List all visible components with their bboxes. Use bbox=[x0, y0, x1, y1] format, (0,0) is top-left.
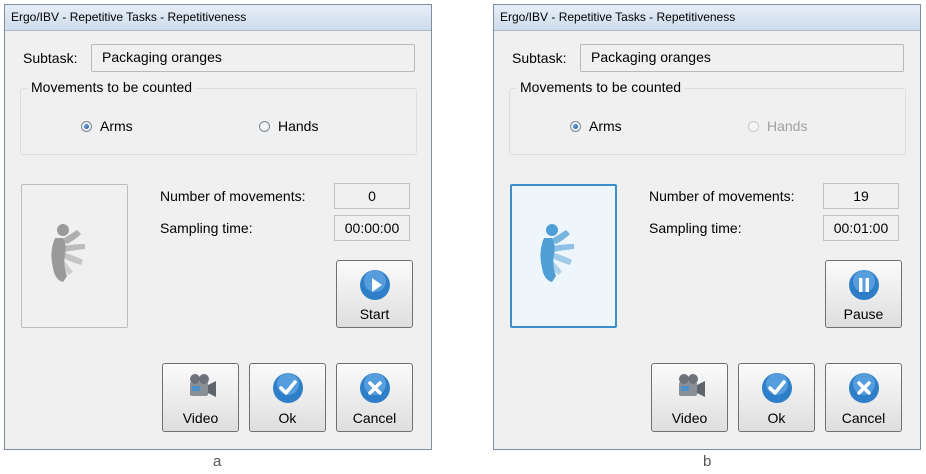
radio-hands-label: Hands bbox=[278, 118, 319, 134]
subtask-value: Packaging oranges bbox=[591, 49, 711, 65]
movements-label: Number of movements: bbox=[649, 188, 795, 204]
cancel-label: Cancel bbox=[352, 410, 397, 426]
subtask-value: Packaging oranges bbox=[102, 49, 222, 65]
radio-hands-dot[interactable] bbox=[259, 120, 270, 132]
movements-value: 19 bbox=[823, 183, 899, 209]
title-bar[interactable]: Ergo/IBV - Repetitive Tasks - Repetitive… bbox=[494, 5, 920, 31]
video-label: Video bbox=[182, 410, 219, 426]
body-figure-icon bbox=[51, 224, 85, 282]
sampling-value: 00:00:00 bbox=[334, 215, 410, 241]
sampling-value: 00:01:00 bbox=[823, 215, 899, 241]
movements-group: Movements to be counted Arms Hands bbox=[20, 79, 417, 155]
pause-button[interactable]: Pause bbox=[825, 260, 902, 328]
play-icon bbox=[359, 270, 390, 300]
subtask-label: Subtask: bbox=[512, 50, 567, 66]
checkmark-icon bbox=[272, 373, 303, 403]
video-camera-icon bbox=[678, 374, 705, 397]
body-figure-icon bbox=[540, 224, 574, 282]
dialog-window-b: Ergo/IBV - Repetitive Tasks - Repetitive… bbox=[493, 4, 921, 450]
caption-b: b bbox=[703, 453, 712, 470]
sampling-label: Sampling time: bbox=[649, 220, 742, 236]
cancel-button[interactable]: Cancel bbox=[825, 363, 902, 432]
radio-arms[interactable]: Arms bbox=[81, 118, 133, 134]
subtask-field: Packaging oranges bbox=[91, 44, 415, 72]
movement-image bbox=[510, 184, 617, 328]
radio-arms-label: Arms bbox=[100, 118, 133, 134]
radio-arms-dot[interactable] bbox=[81, 120, 92, 132]
cancel-label: Cancel bbox=[841, 410, 886, 426]
ok-button[interactable]: Ok bbox=[738, 363, 815, 432]
video-camera-icon bbox=[189, 374, 216, 397]
group-title: Movements to be counted bbox=[27, 79, 197, 95]
pause-icon bbox=[848, 270, 879, 300]
ok-label: Ok bbox=[767, 410, 786, 426]
window-title: Ergo/IBV - Repetitive Tasks - Repetitive… bbox=[500, 10, 736, 24]
cancel-x-icon bbox=[848, 373, 879, 403]
checkmark-icon bbox=[761, 373, 792, 403]
movements-value: 0 bbox=[334, 183, 410, 209]
start-button[interactable]: Start bbox=[336, 260, 413, 328]
radio-hands-dot bbox=[748, 120, 759, 132]
title-bar[interactable]: Ergo/IBV - Repetitive Tasks - Repetitive… bbox=[5, 5, 431, 31]
subtask-label: Subtask: bbox=[23, 50, 78, 66]
radio-hands[interactable]: Hands bbox=[259, 118, 318, 134]
radio-hands: Hands bbox=[748, 118, 807, 134]
movements-label: Number of movements: bbox=[160, 188, 306, 204]
pause-label: Pause bbox=[843, 306, 884, 322]
video-button[interactable]: Video bbox=[162, 363, 239, 432]
radio-arms-dot[interactable] bbox=[570, 120, 581, 132]
window-title: Ergo/IBV - Repetitive Tasks - Repetitive… bbox=[11, 10, 247, 24]
video-button[interactable]: Video bbox=[651, 363, 728, 432]
ok-label: Ok bbox=[278, 410, 297, 426]
subtask-field: Packaging oranges bbox=[580, 44, 904, 72]
ok-button[interactable]: Ok bbox=[249, 363, 326, 432]
start-label: Start bbox=[359, 306, 390, 322]
group-title: Movements to be counted bbox=[516, 79, 686, 95]
caption-a: a bbox=[213, 453, 222, 470]
movement-image bbox=[21, 184, 128, 328]
sampling-label: Sampling time: bbox=[160, 220, 253, 236]
cancel-x-icon bbox=[359, 373, 390, 403]
radio-arms[interactable]: Arms bbox=[570, 118, 622, 134]
movements-group: Movements to be counted Arms Hands bbox=[509, 79, 906, 155]
radio-arms-label: Arms bbox=[589, 118, 622, 134]
dialog-window-a: Ergo/IBV - Repetitive Tasks - Repetitive… bbox=[4, 4, 432, 450]
radio-hands-label: Hands bbox=[767, 118, 808, 134]
cancel-button[interactable]: Cancel bbox=[336, 363, 413, 432]
video-label: Video bbox=[671, 410, 708, 426]
